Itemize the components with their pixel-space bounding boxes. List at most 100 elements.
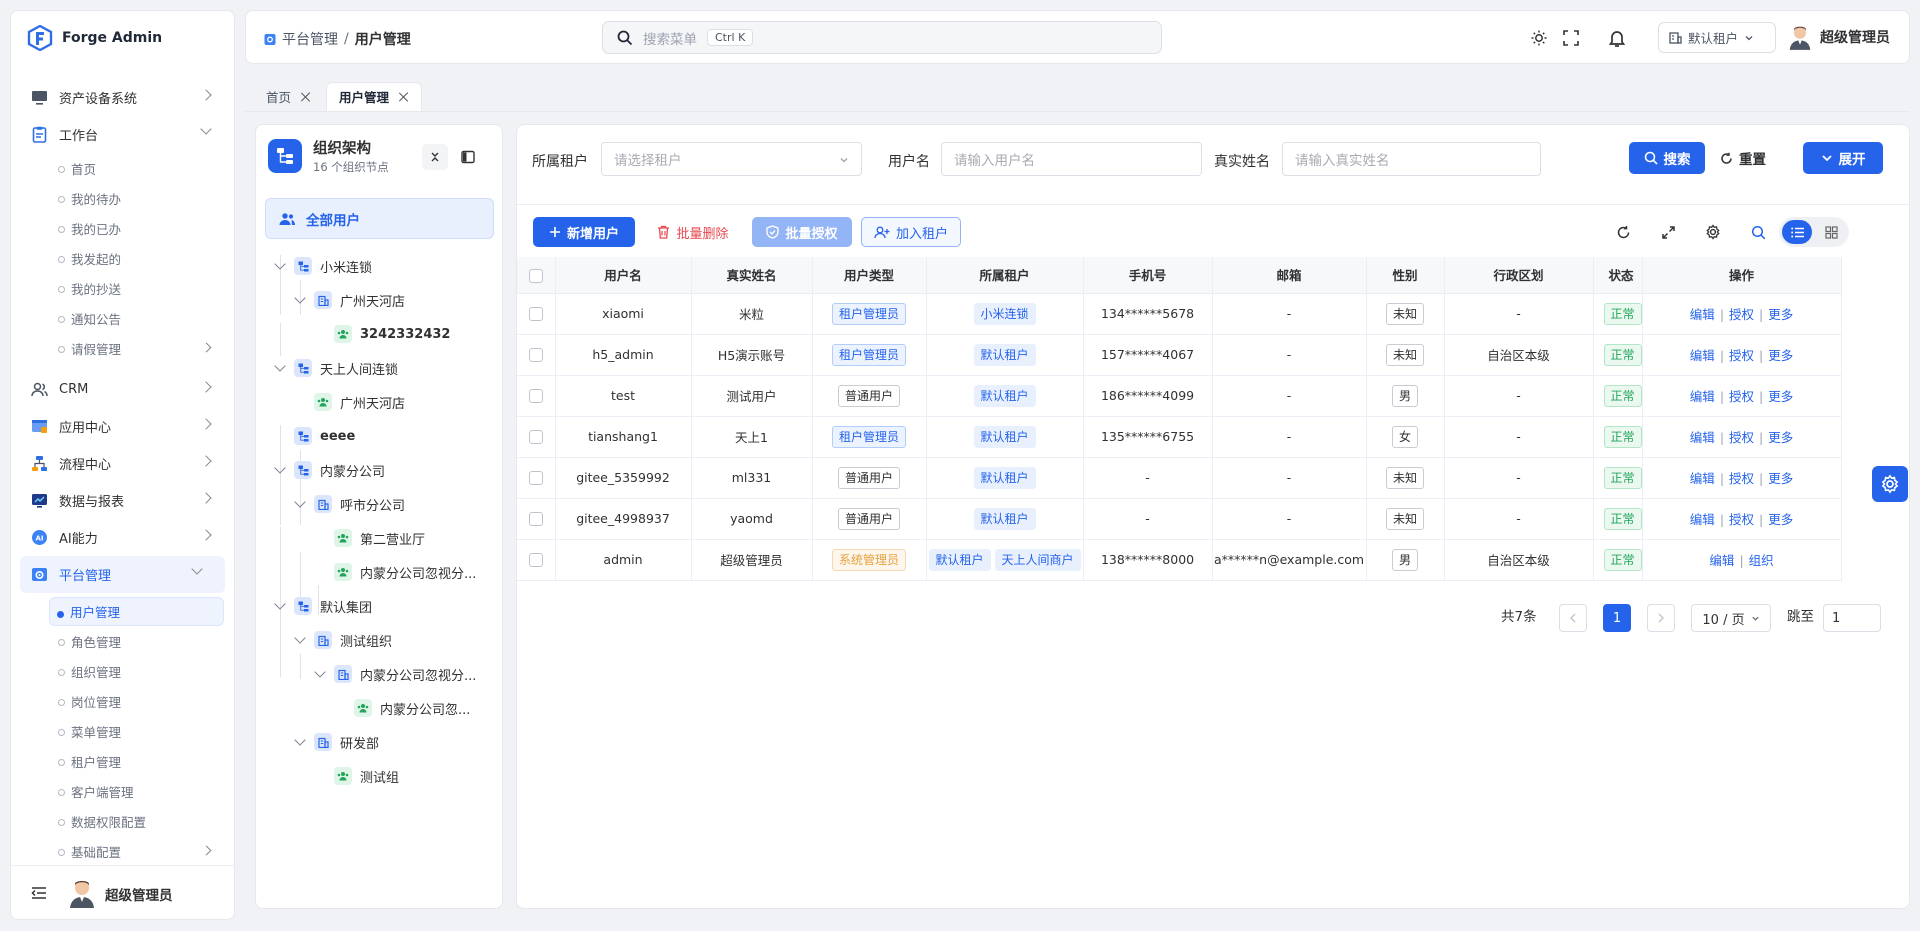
- row-action-link[interactable]: 更多: [1768, 471, 1793, 486]
- row-action-link[interactable]: 编辑: [1690, 307, 1715, 322]
- tree-node-org[interactable]: 默认集团: [274, 593, 372, 619]
- tree-node-group[interactable]: 第二营业厅: [334, 525, 425, 551]
- collapse-menu-icon[interactable]: [31, 885, 47, 901]
- submenu-item-base-config[interactable]: 基础配置: [11, 836, 234, 866]
- row-action-link[interactable]: 授权: [1729, 389, 1754, 404]
- row-action-link[interactable]: 编辑: [1709, 553, 1734, 568]
- toggle-panel-button[interactable]: [455, 144, 481, 170]
- tree-node-all-users[interactable]: 全部用户: [265, 198, 494, 239]
- sun-icon[interactable]: [1530, 29, 1548, 47]
- row-select-cell[interactable]: [517, 457, 556, 499]
- join-tenant-button[interactable]: 加入租户: [861, 217, 961, 247]
- submenu-item-users[interactable]: 用户管理: [49, 597, 224, 626]
- submenu-item-leave[interactable]: 请假管理: [11, 333, 234, 363]
- submenu-item[interactable]: 我的抄送: [11, 273, 234, 303]
- sidebar-item-workbench[interactable]: 工作台: [11, 116, 234, 153]
- tab-user-management[interactable]: 用户管理: [326, 82, 423, 111]
- grid-view-button[interactable]: [1816, 220, 1846, 244]
- sidebar-item-assets[interactable]: 资产设备系统: [11, 79, 234, 116]
- tree-node-dept[interactable]: 研发部: [294, 729, 379, 755]
- submenu-item[interactable]: 组织管理: [11, 656, 234, 686]
- submenu-item[interactable]: 我发起的: [11, 243, 234, 273]
- sidebar-item-flow[interactable]: 流程中心: [11, 445, 234, 482]
- add-user-button[interactable]: 新增用户: [533, 217, 635, 247]
- sidebar-item-platform[interactable]: 平台管理: [20, 556, 225, 593]
- submenu-item[interactable]: 通知公告: [11, 303, 234, 333]
- user-menu[interactable]: 超级管理员: [1788, 23, 1890, 51]
- row-action-link[interactable]: 编辑: [1690, 471, 1715, 486]
- avatar[interactable]: [68, 878, 96, 908]
- breadcrumb-item[interactable]: 平台管理: [282, 29, 338, 49]
- row-action-link[interactable]: 更多: [1768, 389, 1793, 404]
- close-icon[interactable]: [301, 92, 311, 102]
- tree-node-group[interactable]: 内蒙分公司忽视分...: [334, 559, 476, 585]
- table-row[interactable]: gitee_4998937 yaomd 普通用户 默认租户 - - 未知 - 正常 编辑 | 授权 | 更…: [517, 498, 1842, 540]
- row-checkbox[interactable]: [528, 307, 543, 322]
- row-action-link[interactable]: 编辑: [1690, 512, 1715, 527]
- bell-icon[interactable]: [1607, 28, 1627, 48]
- row-select-cell[interactable]: [517, 539, 556, 581]
- row-select-cell[interactable]: [517, 498, 556, 540]
- sidebar-item-ai[interactable]: AI AI能力: [11, 519, 234, 556]
- fullscreen-icon[interactable]: [1562, 29, 1580, 47]
- column-settings-button[interactable]: [1698, 217, 1728, 247]
- tree-node-group[interactable]: 测试组: [334, 763, 399, 789]
- tenant-filter-select[interactable]: 请选择租户: [601, 142, 862, 176]
- tree-node-dept[interactable]: 呼市分公司: [294, 491, 405, 517]
- table-row[interactable]: h5_admin H5演示账号 租户管理员 默认租户 157******4067- 未知自…: [517, 334, 1842, 376]
- jump-page-input[interactable]: 1: [1823, 604, 1881, 632]
- submenu-item[interactable]: 数据权限配置: [11, 806, 234, 836]
- menu-search-input[interactable]: 搜索菜单 Ctrl K: [602, 21, 1162, 54]
- prev-page-button[interactable]: [1559, 604, 1587, 632]
- row-action-link[interactable]: 更多: [1768, 307, 1793, 322]
- tree-node-dept[interactable]: 测试组织: [294, 627, 392, 653]
- reset-button[interactable]: 重置: [1713, 142, 1773, 174]
- row-action-link[interactable]: 编辑: [1690, 389, 1715, 404]
- row-action-link[interactable]: 更多: [1768, 430, 1793, 445]
- row-action-link[interactable]: 组织: [1749, 553, 1774, 568]
- search-button[interactable]: 搜索: [1629, 142, 1705, 174]
- row-action-link[interactable]: 授权: [1729, 471, 1754, 486]
- row-action-link[interactable]: 更多: [1768, 348, 1793, 363]
- table-row[interactable]: tianshang1 天上1 租户管理员 默认租户 135******6755- 女 - 正常…: [517, 416, 1842, 458]
- tree-node-org[interactable]: 内蒙分公司: [274, 457, 385, 483]
- tree-node-group[interactable]: 内蒙分公司忽...: [354, 695, 470, 721]
- row-action-link[interactable]: 编辑: [1690, 348, 1715, 363]
- row-checkbox[interactable]: [528, 389, 543, 404]
- list-view-button[interactable]: [1782, 220, 1812, 244]
- fullscreen-table-button[interactable]: [1653, 217, 1683, 247]
- page-size-select[interactable]: 10 / 页: [1691, 604, 1771, 632]
- submenu-item[interactable]: 岗位管理: [11, 686, 234, 716]
- table-row[interactable]: test 测试用户 普通用户 默认租户 186******4099- 男 - 正常 编辑 | 授权 |…: [517, 375, 1842, 417]
- tenant-select[interactable]: 默认租户: [1658, 22, 1776, 53]
- row-checkbox[interactable]: [528, 471, 543, 486]
- batch-delete-button[interactable]: 批量删除: [653, 217, 733, 247]
- table-row[interactable]: xiaomi 米粒 租户管理员 小米连锁 134******5678- 未知 - 正常 编辑 | 授…: [517, 293, 1842, 335]
- row-action-link[interactable]: 授权: [1729, 348, 1754, 363]
- realname-filter-input[interactable]: 请输入真实姓名: [1282, 142, 1541, 176]
- next-page-button[interactable]: [1647, 604, 1675, 632]
- row-action-link[interactable]: 授权: [1729, 307, 1754, 322]
- row-select-cell[interactable]: [517, 334, 556, 376]
- tree-node-org[interactable]: 天上人间连锁: [274, 355, 398, 381]
- refresh-button[interactable]: [1608, 217, 1638, 247]
- row-action-link[interactable]: 授权: [1729, 430, 1754, 445]
- submenu-item[interactable]: 我的已办: [11, 213, 234, 243]
- submenu-item[interactable]: 租户管理: [11, 746, 234, 776]
- expand-button[interactable]: 展开: [1803, 142, 1883, 174]
- row-checkbox[interactable]: [528, 430, 543, 445]
- tab-home[interactable]: 首页: [253, 82, 324, 111]
- select-all-checkbox[interactable]: [528, 268, 543, 283]
- sidebar-item-data-report[interactable]: 数据与报表: [11, 482, 234, 519]
- tree-node-dept[interactable]: 内蒙分公司忽视分...: [314, 661, 476, 687]
- submenu-item[interactable]: 首页: [11, 153, 234, 183]
- batch-authorize-button[interactable]: 批量授权: [752, 217, 852, 247]
- submenu-item[interactable]: 我的待办: [11, 183, 234, 213]
- sidebar-item-app-center[interactable]: 应用中心: [11, 408, 234, 445]
- row-select-cell[interactable]: [517, 416, 556, 458]
- submenu-item[interactable]: 角色管理: [11, 626, 234, 656]
- select-all-cell[interactable]: [517, 257, 556, 294]
- table-row[interactable]: gitee_5359992 ml331 普通用户 默认租户 - - 未知 - 正常 编辑 | 授权 | 更…: [517, 457, 1842, 499]
- row-checkbox[interactable]: [528, 512, 543, 527]
- tree-node-group[interactable]: 3242332432: [334, 321, 450, 347]
